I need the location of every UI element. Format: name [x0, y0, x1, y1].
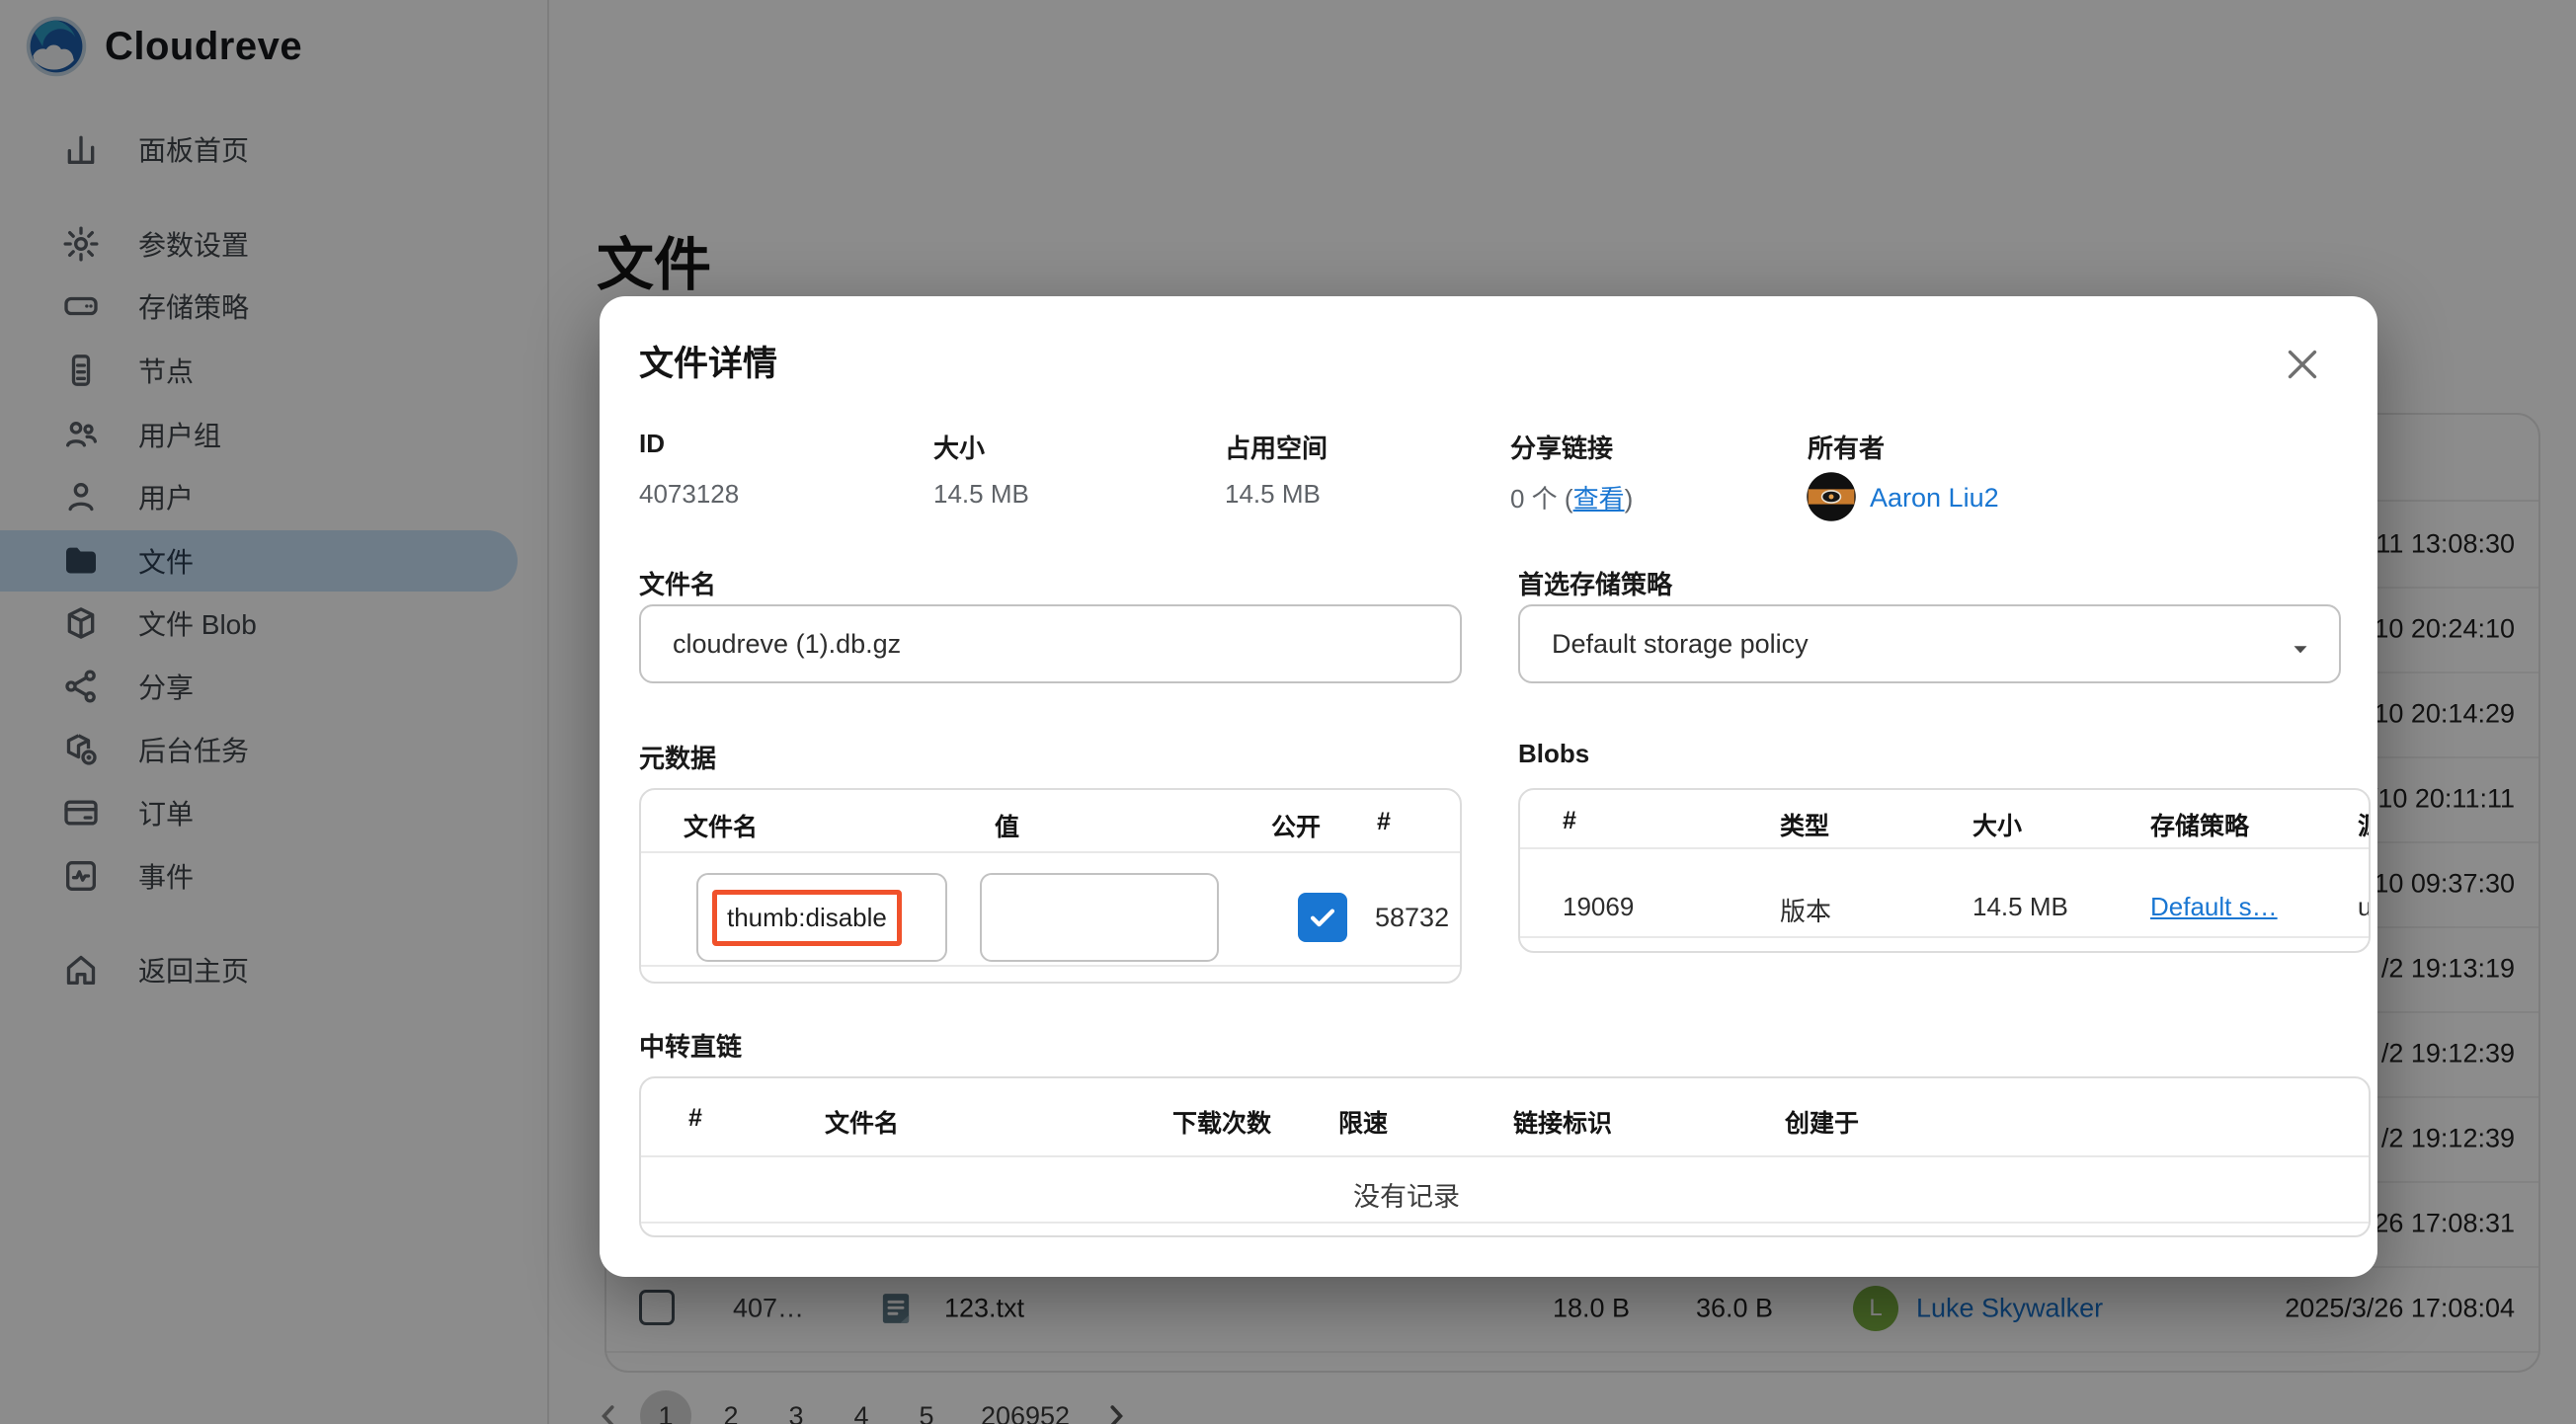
filename-input[interactable]: cloudreve (1).db.gz: [639, 604, 1462, 683]
stat-space-value: 14.5 MB: [1225, 479, 1321, 510]
close-icon[interactable]: [2280, 342, 2325, 387]
blob-id-cell: 19069: [1563, 892, 1634, 922]
blobs-header-policy: 存储策略: [2150, 807, 2249, 842]
cloudreve-admin-page: Cloudreve 面板首页 参数设置 存储策略 节点 用户组 用户 文件: [0, 0, 2576, 1424]
divider: [1520, 936, 2369, 938]
metadata-header-id: #: [1377, 808, 1391, 836]
policy-selected-value: Default storage policy: [1552, 629, 1809, 660]
direct-links-section-label: 中转直链: [639, 1027, 742, 1064]
links-header-id: #: [688, 1104, 702, 1133]
stat-shares-label: 分享链接: [1510, 429, 1613, 465]
stat-size-label: 大小: [933, 429, 985, 465]
divider: [1520, 847, 2369, 849]
blobs-section-label: Blobs: [1518, 739, 1589, 769]
blob-policy-link[interactable]: Default s…: [2150, 892, 2278, 922]
divider: [641, 965, 1460, 967]
highlight-box: thumb:disable: [712, 890, 902, 946]
metadata-header-public: 公开: [1271, 808, 1321, 843]
links-header-created: 创建于: [1785, 1104, 1859, 1140]
stat-shares-value: 0 个 (查看): [1510, 479, 1633, 515]
filename-value: cloudreve (1).db.gz: [673, 629, 901, 660]
blobs-header-id: #: [1563, 807, 1576, 835]
links-header-token: 链接标识: [1513, 1104, 1612, 1140]
blobs-table: # 类型 大小 存储策略 源 19069 版本 14.5 MB Default …: [1518, 788, 2371, 953]
view-shares-link[interactable]: 查看: [1573, 484, 1625, 514]
links-header-speed: 限速: [1338, 1104, 1388, 1140]
direct-links-table: # 文件名 下载次数 限速 链接标识 创建于 没有记录: [639, 1076, 2371, 1237]
metadata-id-cell: 58732: [1375, 903, 1449, 933]
divider: [641, 851, 1460, 853]
chevron-down-icon: [2288, 636, 2313, 662]
shares-suffix: ): [1625, 484, 1634, 514]
metadata-header-value: 值: [995, 808, 1019, 843]
blob-source-cell: u: [2358, 892, 2371, 922]
public-checkbox[interactable]: [1298, 893, 1347, 942]
metadata-header-name: 文件名: [684, 808, 758, 843]
blob-size-cell: 14.5 MB: [1972, 892, 2068, 922]
shares-count: 0 个 (: [1510, 484, 1573, 514]
links-header-downloads: 下载次数: [1172, 1104, 1271, 1140]
divider: [641, 1155, 2369, 1157]
stat-id-value: 4073128: [639, 479, 739, 510]
filename-label: 文件名: [639, 565, 716, 601]
blob-type-cell: 版本: [1780, 892, 1831, 928]
blobs-header-type: 类型: [1780, 807, 1829, 842]
policy-select[interactable]: Default storage policy: [1518, 604, 2341, 683]
modal-title: 文件详情: [639, 336, 777, 386]
no-records-message: 没有记录: [681, 1175, 2133, 1214]
metadata-key-input[interactable]: thumb:disable: [696, 873, 947, 962]
policy-label: 首选存储策略: [1518, 565, 1672, 601]
owner-avatar: [1805, 470, 1858, 523]
file-details-modal: 文件详情 ID 4073128 大小 14.5 MB 占用空间 14.5 MB …: [600, 296, 2377, 1277]
divider: [641, 1222, 2369, 1224]
metadata-section-label: 元数据: [639, 739, 716, 775]
metadata-table: 文件名 值 公开 # thumb:disable 58732: [639, 788, 1462, 984]
links-header-name: 文件名: [825, 1104, 899, 1140]
owner-link[interactable]: Aaron Liu2: [1870, 483, 1999, 514]
stat-size-value: 14.5 MB: [933, 479, 1029, 510]
metadata-value-input[interactable]: [980, 873, 1219, 962]
stat-owner-label: 所有者: [1808, 429, 1885, 465]
blobs-header-source: 源: [2358, 807, 2371, 842]
stat-id-label: ID: [639, 429, 665, 459]
stat-space-label: 占用空间: [1225, 429, 1328, 465]
blobs-header-size: 大小: [1972, 807, 2022, 842]
